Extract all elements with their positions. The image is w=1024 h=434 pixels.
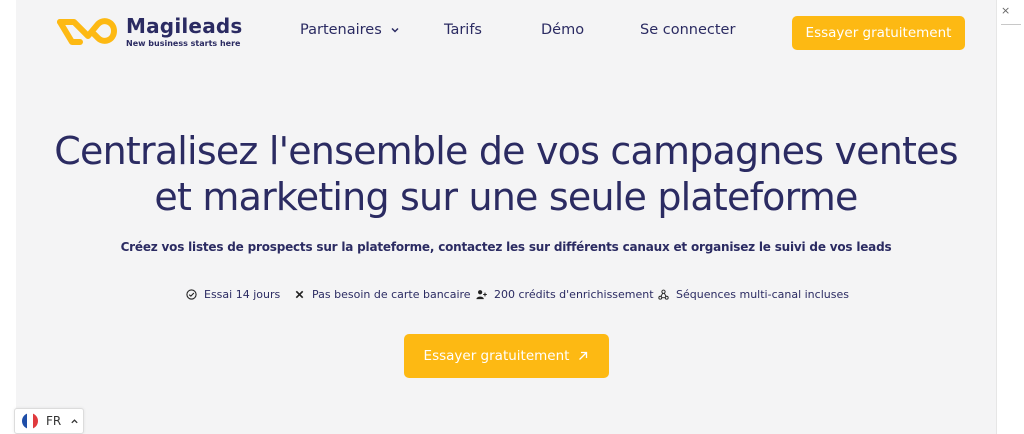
close-icon[interactable]: × bbox=[1001, 4, 1010, 17]
divider bbox=[1001, 24, 1021, 25]
chevron-up-icon bbox=[71, 418, 78, 423]
user-plus-icon bbox=[476, 290, 487, 300]
feature-label: Séquences multi-canal incluses bbox=[676, 288, 849, 301]
logo-name: Magileads bbox=[126, 14, 243, 38]
check-circle-icon bbox=[186, 289, 197, 300]
nav-demo[interactable]: Démo bbox=[541, 20, 584, 40]
page-background: Magileads New business starts here Parte… bbox=[16, 0, 996, 434]
hero-trial-button-label: Essayer gratuitement bbox=[423, 348, 570, 364]
hero-title: Centralisez l'ensemble de vos campagnes … bbox=[16, 128, 996, 220]
feature-sequences: Séquences multi-canal incluses bbox=[658, 288, 849, 301]
language-switcher[interactable]: FR bbox=[14, 408, 84, 434]
x-icon bbox=[295, 290, 304, 299]
magileads-logo-icon bbox=[57, 18, 117, 45]
feature-trial: Essai 14 jours bbox=[186, 288, 280, 301]
chevron-down-icon bbox=[391, 27, 399, 33]
france-flag-icon bbox=[22, 413, 38, 429]
language-code: FR bbox=[46, 414, 62, 428]
network-icon bbox=[658, 289, 669, 300]
feature-label: Essai 14 jours bbox=[204, 288, 281, 301]
nav-se-connecter[interactable]: Se connecter bbox=[640, 20, 735, 40]
feature-credits: 200 crédits d'enrichissement bbox=[476, 288, 654, 301]
nav-partenaires[interactable]: Partenaires bbox=[300, 20, 400, 40]
feature-label: Pas besoin de carte bancaire bbox=[312, 288, 471, 301]
hero-subtitle: Créez vos listes de prospects sur la pla… bbox=[120, 240, 892, 254]
header-trial-button[interactable]: Essayer gratuitement bbox=[792, 16, 965, 50]
hero-title-line-2: et marketing sur une seule plateforme bbox=[154, 175, 858, 219]
site-header: Magileads New business starts here Parte… bbox=[16, 0, 996, 62]
logo[interactable]: Magileads New business starts here bbox=[54, 16, 243, 48]
hero-title-line-1: Centralisez l'ensemble de vos campagnes … bbox=[54, 129, 958, 173]
window-edge: × bbox=[996, 0, 1024, 434]
feature-no-card: Pas besoin de carte bancaire bbox=[294, 288, 471, 301]
arrow-up-right-icon bbox=[579, 351, 588, 360]
nav-partenaires-label: Partenaires bbox=[300, 22, 382, 38]
hero-trial-button[interactable]: Essayer gratuitement bbox=[404, 334, 609, 378]
nav-tarifs[interactable]: Tarifs bbox=[444, 20, 482, 40]
feature-list: Essai 14 jours Pas besoin de carte banca… bbox=[16, 288, 996, 304]
logo-tagline: New business starts here bbox=[126, 39, 241, 48]
feature-label: 200 crédits d'enrichissement bbox=[494, 288, 654, 301]
